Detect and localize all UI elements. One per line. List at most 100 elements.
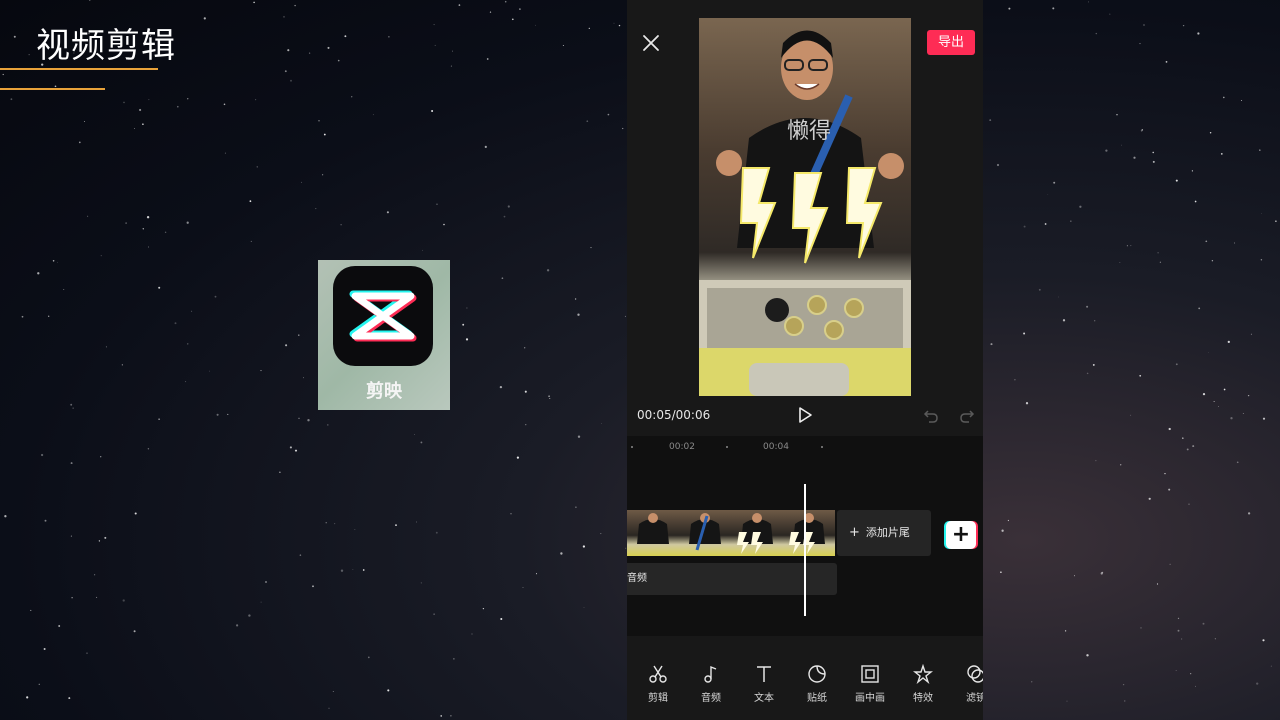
star [1062,319,1066,322]
star [471,633,473,635]
star [1121,144,1122,146]
text-icon [757,666,771,682]
star [1262,639,1265,642]
star [185,381,187,383]
ruler-label-4s: 00:04 [763,442,789,452]
star [1213,401,1215,402]
star [187,98,189,100]
star [1168,488,1171,491]
timeline[interactable]: 00:02 00:04 + 添加片尾 + 音频 [627,436,983,636]
star [1120,464,1122,466]
star [44,519,47,522]
star [1182,437,1184,439]
star [1191,170,1194,172]
star [98,540,101,542]
star [1122,683,1125,686]
star [1140,627,1142,629]
tool-filter[interactable]: 滤镜 [956,664,983,704]
star [577,435,581,438]
star [1168,427,1171,431]
star [516,456,520,459]
star [1139,43,1141,45]
star [294,449,298,452]
playhead[interactable] [804,484,806,616]
add-clip-button[interactable]: + [946,521,976,549]
star [87,215,89,217]
star [1220,153,1223,155]
star [1157,252,1159,254]
star [420,582,422,584]
star [344,35,347,38]
star [1175,179,1178,182]
star [70,403,73,406]
star [121,364,123,366]
star [436,203,438,205]
star [315,208,317,210]
star [1227,340,1230,344]
tool-edit[interactable]: 剪辑 [638,664,678,704]
app-icon-card: 剪映 [318,260,450,410]
star [577,313,580,316]
star [1014,379,1016,381]
ruler-tick [726,446,728,448]
star [93,574,96,576]
star [1105,149,1108,152]
add-ending-button[interactable]: + 添加片尾 [837,510,931,556]
export-button[interactable]: 导出 [927,30,975,55]
tool-label: 音频 [701,693,721,704]
tool-label: 贴纸 [807,693,827,704]
tool-picture-in-picture[interactable]: 画中画 [850,664,890,704]
star [1025,402,1029,405]
star [1079,205,1082,208]
star [70,535,72,537]
star [1217,406,1219,408]
star [177,105,179,108]
star [1070,220,1072,222]
star [186,221,189,224]
star [1101,571,1104,574]
video-preview[interactable]: 懒得 [699,18,911,396]
star [388,36,390,38]
tool-sticker[interactable]: 贴纸 [797,664,837,704]
play-icon[interactable] [797,406,813,424]
star [57,261,58,263]
star [1222,96,1225,99]
star [1260,259,1263,261]
star [1000,571,1002,573]
star [133,630,136,633]
star [1007,519,1010,522]
star [301,181,302,183]
star [422,249,423,251]
close-icon[interactable] [641,33,661,53]
star [43,648,46,650]
star [1175,363,1178,366]
capcut-logo-icon [333,266,433,366]
redo-icon[interactable] [959,408,975,424]
add-ending-label: 添加片尾 [865,526,910,539]
tool-label: 文本 [754,693,774,704]
star [203,17,206,20]
star [1234,242,1236,244]
star [466,307,468,309]
star [1156,583,1159,585]
star [294,4,296,7]
star [1152,160,1155,163]
star [100,456,102,458]
tool-effects[interactable]: 特效 [903,664,943,704]
star [89,0,91,1]
star [303,377,305,379]
tool-text[interactable]: 文本 [744,664,784,704]
title-underline-short [0,88,105,90]
star [519,8,521,10]
star [1270,665,1272,667]
tool-audio[interactable]: 音频 [691,664,731,704]
star [4,515,7,518]
star [321,174,324,176]
undo-icon[interactable] [923,408,939,424]
filter-icon [967,665,983,683]
star [123,101,125,104]
star [30,609,32,611]
app-icon-label: 剪映 [366,381,402,402]
star [1092,363,1095,366]
title-underline [0,68,158,70]
